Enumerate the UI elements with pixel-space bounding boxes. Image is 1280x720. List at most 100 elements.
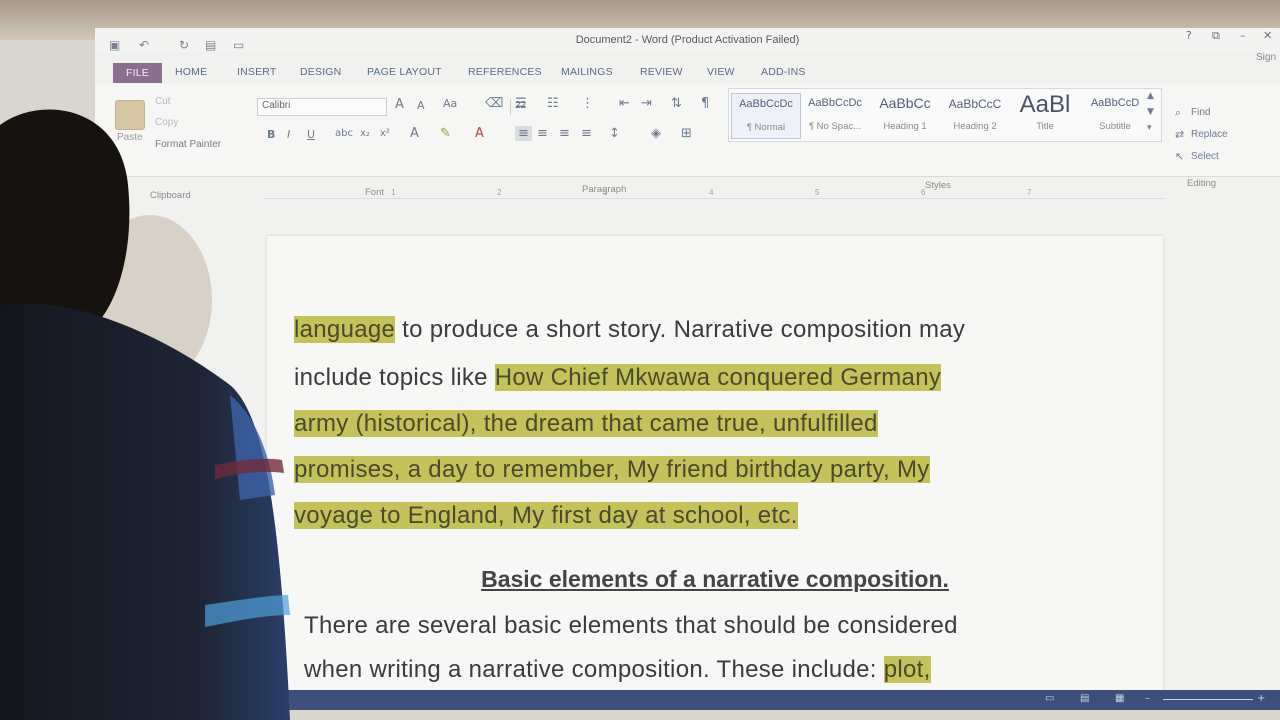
bullets-icon[interactable]: ☰ — [515, 96, 527, 111]
underline-icon[interactable]: U — [307, 128, 315, 141]
italic-icon[interactable]: I — [287, 128, 290, 141]
ribbon-tabs: FILE HOME INSERT DESIGN PAGE LAYOUT REFE… — [95, 62, 1280, 84]
tab-file[interactable]: FILE — [113, 63, 162, 83]
body-text-line: voyage to England, My first day at schoo… — [294, 502, 798, 530]
tab-insert[interactable]: INSERT — [237, 62, 277, 82]
web-layout-icon[interactable]: ▦ — [1115, 693, 1124, 704]
zoom-slider[interactable] — [1163, 699, 1253, 700]
align-left-icon[interactable]: ≡ — [515, 126, 532, 141]
find-icon[interactable]: ⌕ — [1175, 106, 1181, 120]
multilevel-list-icon[interactable]: ⋮ — [581, 96, 594, 111]
strikethrough-icon[interactable]: abc — [335, 128, 353, 139]
select-icon[interactable]: ↖ — [1175, 150, 1184, 163]
shading-icon[interactable]: ◈ — [651, 126, 661, 141]
style-name: Heading 2 — [953, 121, 997, 132]
highlighted-text: promises, a day to remember, My friend b… — [294, 456, 930, 483]
ruler-tick: 1 — [391, 188, 396, 197]
body-text: to produce a short story. Narrative comp… — [395, 316, 966, 343]
font-name-select[interactable]: Calibri 22 — [257, 98, 526, 116]
subscript-icon[interactable]: x₂ — [360, 128, 370, 139]
style-name: Title — [1036, 121, 1054, 132]
styles-gallery: AaBbCcDc ¶ Normal AaBbCcDc ¶ No Spac... … — [728, 88, 1162, 142]
style-preview: AaBl — [1019, 91, 1071, 118]
clipboard-group-label: Clipboard — [150, 190, 191, 201]
window-title: Document2 - Word (Product Activation Fai… — [575, 34, 800, 46]
ruler[interactable]: 1 2 3 4 5 6 7 — [265, 188, 1165, 199]
body-text: when writing a narrative composition. Th… — [304, 656, 884, 683]
font-color-icon[interactable]: A — [475, 126, 484, 141]
styles-more-icon[interactable]: ▾ — [1147, 123, 1152, 133]
cut-button[interactable]: Cut — [155, 96, 171, 107]
increase-indent-icon[interactable]: ⇥ — [641, 96, 652, 111]
line-spacing-icon[interactable]: ↕ — [609, 126, 620, 141]
body-text-line: army (historical), the dream that came t… — [294, 410, 878, 438]
read-mode-icon[interactable]: ▭ — [1045, 693, 1054, 704]
styles-scroll-up-icon[interactable]: ▲ — [1147, 91, 1154, 101]
grow-font-icon[interactable]: A — [395, 97, 404, 112]
style-name: Heading 1 — [883, 121, 927, 132]
status-bar: ▭ ▤ ▦ – + — [95, 690, 1280, 710]
style-preview: AaBbCcDc — [739, 98, 793, 110]
text-effects-icon[interactable]: A — [410, 126, 419, 141]
style-name: ¶ Normal — [746, 122, 786, 133]
style-preview: AaBbCcD — [1090, 97, 1140, 109]
minimize-icon[interactable]: – — [1240, 29, 1246, 42]
tab-review[interactable]: REVIEW — [640, 62, 683, 82]
select-button[interactable]: Select — [1191, 151, 1219, 162]
justify-icon[interactable]: ≡ — [581, 126, 592, 141]
highlighted-text: plot, — [883, 656, 931, 683]
change-case-icon[interactable]: Aa — [443, 97, 457, 110]
style-name: ¶ No Spac... — [808, 121, 862, 132]
zoom-out-icon[interactable]: – — [1145, 693, 1150, 704]
sort-icon[interactable]: ⇅ — [671, 96, 682, 111]
pilcrow-icon[interactable]: ¶ — [701, 96, 709, 111]
print-layout-icon[interactable]: ▤ — [1080, 693, 1089, 704]
replace-button[interactable]: Replace — [1191, 129, 1228, 140]
borders-icon[interactable]: ⊞ — [681, 126, 692, 141]
ruler-tick: 6 — [921, 188, 926, 197]
format-painter-button[interactable]: Format Painter — [155, 139, 221, 150]
help-icon[interactable]: ? — [1186, 29, 1192, 42]
style-subtitle[interactable]: AaBbCcD Subtitle — [1081, 93, 1149, 137]
tab-design[interactable]: DESIGN — [300, 62, 341, 82]
body-text-line: when writing a narrative composition. Th… — [304, 656, 931, 684]
highlighted-text: army (historical), the dream that came t… — [294, 410, 878, 437]
close-icon[interactable]: ✕ — [1263, 29, 1272, 42]
style-heading-2[interactable]: AaBbCcC Heading 2 — [941, 93, 1009, 137]
replace-icon[interactable]: ⇄ — [1175, 128, 1184, 141]
highlighted-text: How Chief Mkwawa conquered Germany — [494, 364, 942, 391]
paste-button[interactable] — [115, 100, 145, 130]
clear-formatting-icon[interactable]: ⌫ — [485, 96, 503, 111]
ribbon-display-icon[interactable]: ⧉ — [1212, 29, 1220, 43]
tab-view[interactable]: VIEW — [707, 62, 735, 82]
style-normal[interactable]: AaBbCcDc ¶ Normal — [731, 93, 801, 139]
decrease-indent-icon[interactable]: ⇤ — [619, 96, 630, 111]
copy-button[interactable]: Copy — [155, 117, 178, 128]
bold-icon[interactable]: B — [267, 128, 275, 141]
style-name: Subtitle — [1099, 121, 1131, 132]
body-text-line: promises, a day to remember, My friend b… — [294, 456, 930, 484]
shrink-font-icon[interactable]: A — [417, 99, 425, 112]
align-center-icon[interactable]: ≡ — [537, 126, 548, 141]
ruler-tick: 5 — [815, 188, 820, 197]
document-page[interactable]: language to produce a short story. Narra… — [267, 236, 1163, 710]
tab-home[interactable]: HOME — [175, 62, 207, 82]
tab-references[interactable]: REFERENCES — [468, 62, 542, 82]
tab-mailings[interactable]: MAILINGS — [561, 62, 613, 82]
superscript-icon[interactable]: x² — [380, 128, 390, 139]
styles-scroll-down-icon[interactable]: ▼ — [1147, 107, 1154, 117]
zoom-in-icon[interactable]: + — [1257, 693, 1265, 704]
tab-add-ins[interactable]: ADD-INS — [761, 62, 806, 82]
highlight-icon[interactable]: ✎ — [440, 126, 451, 141]
body-text-line: include topics like How Chief Mkwawa con… — [294, 364, 942, 392]
numbering-icon[interactable]: ☷ — [547, 96, 559, 111]
style-title[interactable]: AaBl Title — [1011, 91, 1079, 137]
body-text-line: There are several basic elements that sh… — [304, 612, 958, 639]
style-heading-1[interactable]: AaBbCc Heading 1 — [871, 93, 939, 137]
find-button[interactable]: Find — [1191, 107, 1210, 118]
tab-page-layout[interactable]: PAGE LAYOUT — [367, 62, 442, 82]
style-preview: AaBbCcC — [948, 97, 1002, 111]
body-text: include topics like — [294, 364, 495, 391]
align-right-icon[interactable]: ≡ — [559, 126, 570, 141]
style-no-spacing[interactable]: AaBbCcDc ¶ No Spac... — [801, 93, 869, 137]
